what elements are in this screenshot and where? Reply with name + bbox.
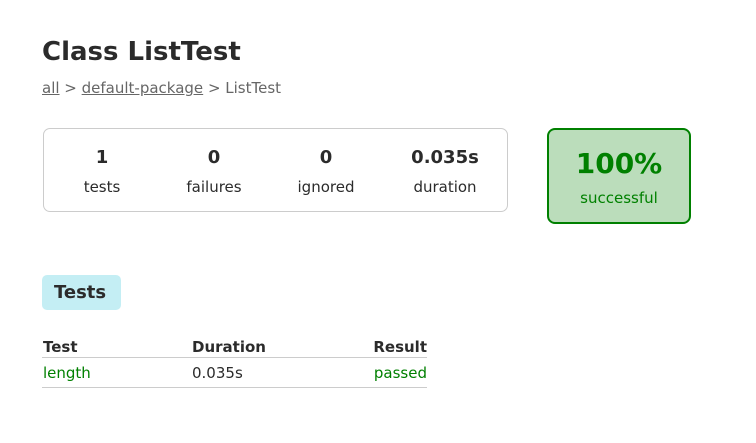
ignored-label: ignored	[297, 178, 355, 196]
header-duration: Duration	[192, 336, 342, 358]
breadcrumb-link-all[interactable]: all	[42, 79, 60, 97]
duration-value: 0.035s	[411, 147, 479, 168]
failures-label: failures	[186, 178, 242, 196]
failures-count: 0	[207, 147, 221, 168]
tests-label: tests	[83, 178, 121, 196]
header-test: Test	[42, 336, 192, 358]
breadcrumb-current: ListTest	[225, 79, 282, 97]
breadcrumb-link-package[interactable]: default-package	[82, 79, 204, 97]
success-label: successful	[580, 189, 658, 207]
test-result-cell: passed	[342, 357, 427, 388]
duration-label: duration	[413, 178, 477, 196]
breadcrumb: all > default-package > ListTest	[42, 78, 281, 98]
page-title: Class ListTest	[42, 37, 241, 67]
ignored-count: 0	[319, 147, 333, 168]
success-rate-box: 100% successful	[547, 128, 691, 224]
breadcrumb-separator: >	[59, 79, 82, 97]
tab-tests[interactable]: Tests	[42, 275, 121, 310]
table-row: length 0.035s passed	[42, 357, 427, 388]
success-percent: 100%	[575, 147, 663, 180]
tests-count: 1	[95, 147, 109, 168]
test-name-cell: length	[42, 357, 192, 388]
summary-box: 1 tests 0 failures 0 ignored 0.035s dura…	[43, 128, 508, 212]
tests-table: Test Duration Result length 0.035s passe…	[42, 336, 427, 388]
table-header-row: Test Duration Result	[42, 336, 427, 358]
breadcrumb-separator: >	[203, 79, 226, 97]
header-result: Result	[342, 336, 427, 358]
test-duration-cell: 0.035s	[192, 357, 342, 388]
